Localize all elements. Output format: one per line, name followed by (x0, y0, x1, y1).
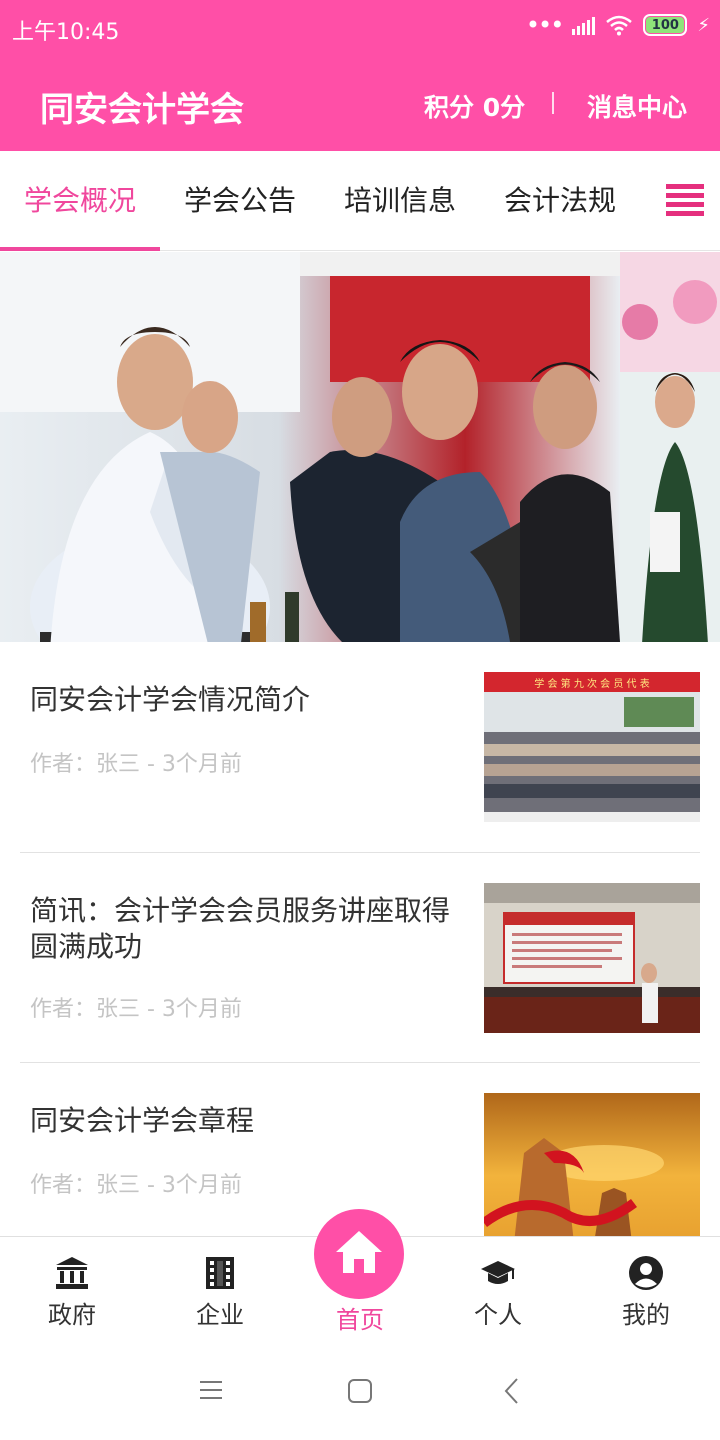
tab-overview[interactable]: 学会概况 (0, 151, 160, 251)
banner-next-image (620, 252, 720, 642)
banner-image[interactable] (0, 252, 620, 642)
list-item[interactable]: 简讯：会计学会会员服务讲座取得圆满成功 作者：张三 - 3个月前 (20, 853, 700, 1063)
article-thumbnail: 学 会 第 九 次 会 员 代 表 (484, 672, 700, 822)
nav-label: 企业 (196, 1301, 244, 1329)
battery-icon: 100 (643, 14, 688, 36)
recent-apps-icon[interactable] (199, 1378, 223, 1402)
system-nav-bar (0, 1344, 720, 1440)
home-system-icon[interactable] (347, 1378, 373, 1404)
nav-home-button[interactable] (314, 1209, 404, 1299)
article-meta: 作者：张三 - 3个月前 (30, 752, 242, 777)
article-thumbnail (484, 883, 700, 1033)
nav-government[interactable]: 政府 (0, 1237, 144, 1345)
status-bar: 上午10:45 ••• 100 ⚡ (0, 0, 720, 56)
page-title: 同安会计学会 (40, 90, 244, 130)
status-icons: ••• 100 ⚡ (525, 11, 710, 39)
building-icon (206, 1257, 234, 1289)
nav-label: 我的 (622, 1301, 670, 1329)
status-time: 上午10:45 (12, 20, 120, 45)
graduation-cap-icon (481, 1261, 515, 1284)
points-link[interactable]: 积分 0分 (424, 88, 525, 124)
more-dots-icon: ••• (525, 11, 564, 39)
tab-announcements[interactable]: 学会公告 (160, 151, 320, 251)
tab-training[interactable]: 培训信息 (320, 151, 480, 251)
header-divider (552, 92, 554, 114)
home-icon (336, 1231, 382, 1273)
list-item[interactable]: 同安会计学会情况简介 作者：张三 - 3个月前 学 会 第 九 次 会 员 代 … (20, 642, 700, 853)
nav-home-label[interactable]: 首页 (288, 1300, 432, 1335)
charging-icon: ⚡ (697, 14, 710, 36)
user-circle-icon (629, 1256, 663, 1290)
nav-enterprise[interactable]: 企业 (148, 1237, 292, 1345)
tab-regulations[interactable]: 会计法规 (480, 151, 640, 251)
article-thumbnail (484, 1093, 700, 1236)
category-tabs: 学会概况 学会公告 培训信息 会计法规 (0, 151, 720, 251)
article-list: 同安会计学会情况简介 作者：张三 - 3个月前 学 会 第 九 次 会 员 代 … (0, 642, 720, 1236)
back-icon[interactable] (500, 1378, 524, 1404)
nav-mine[interactable]: 我的 (574, 1237, 718, 1345)
bank-icon (56, 1257, 88, 1289)
nav-personal[interactable]: 个人 (426, 1237, 570, 1345)
article-meta: 作者：张三 - 3个月前 (30, 997, 242, 1022)
app-root: 上午10:45 ••• 100 ⚡ 同安会计学会 积分 0分 消息中心 学会概况 (0, 0, 720, 1440)
message-center-link[interactable]: 消息中心 (587, 88, 687, 124)
signal-icon (572, 15, 596, 35)
article-title: 同安会计学会情况简介 (30, 683, 311, 716)
article-title: 同安会计学会章程 (30, 1104, 255, 1137)
nav-label: 个人 (474, 1301, 522, 1329)
app-header: 同安会计学会 积分 0分 消息中心 (0, 56, 720, 151)
banner-carousel[interactable] (0, 252, 720, 642)
thumbnail-caption: 学 会 第 九 次 会 员 代 表 (534, 677, 649, 690)
nav-label: 政府 (48, 1301, 96, 1329)
battery-level: 100 (646, 17, 685, 33)
menu-icon[interactable] (666, 184, 704, 218)
article-title: 简讯：会计学会会员服务讲座取得圆满成功 (30, 894, 451, 963)
article-meta: 作者：张三 - 3个月前 (30, 1173, 242, 1198)
wifi-icon (606, 15, 633, 36)
